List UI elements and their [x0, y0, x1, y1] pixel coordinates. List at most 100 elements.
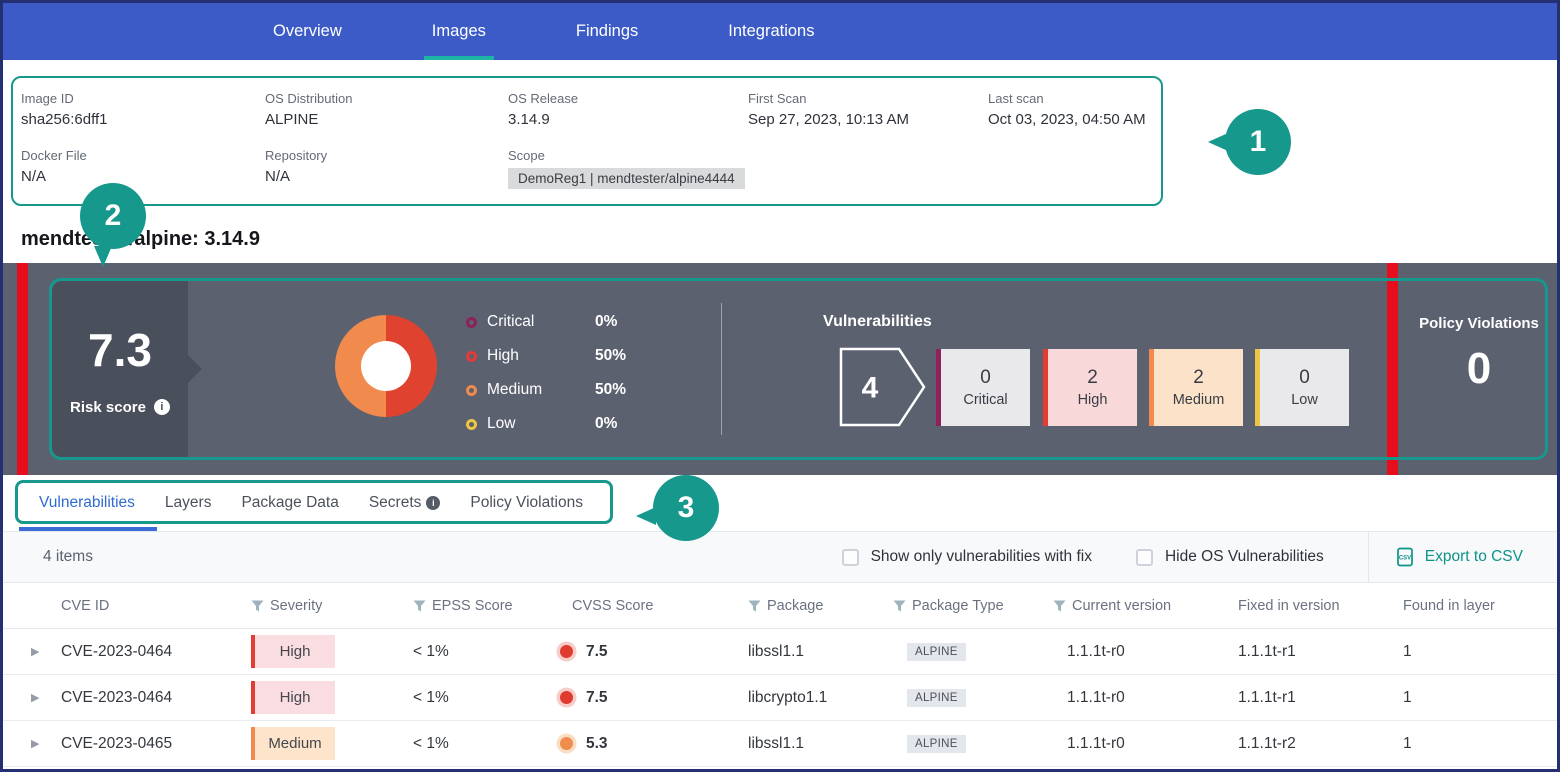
- filter-icon[interactable]: [893, 600, 906, 612]
- col-severity[interactable]: Severity: [241, 598, 403, 614]
- filter-label: Show only vulnerabilities with fix: [871, 548, 1092, 566]
- count-label: Critical: [963, 392, 1007, 408]
- legend-pct: 0%: [595, 313, 617, 331]
- filter-show-only-fix[interactable]: Show only vulnerabilities with fix: [842, 548, 1092, 566]
- cell-cve: CVE-2023-0464: [51, 689, 241, 707]
- policy-violations-panel: Policy Violations 0: [1401, 263, 1557, 475]
- divider: [721, 303, 722, 435]
- cell-severity: High: [241, 681, 403, 714]
- svg-text:CSV: CSV: [1399, 556, 1411, 562]
- red-stripe-left: [17, 263, 28, 475]
- annotation-callout-3: 3: [653, 475, 719, 541]
- field-scope: Scope DemoReg1 | mendtester/alpine4444: [508, 148, 748, 189]
- cell-fixed-version: 1.1.1t-r1: [1228, 689, 1393, 707]
- tab-secrets[interactable]: Secrets i: [369, 494, 441, 512]
- secrets-info-icon[interactable]: i: [426, 496, 440, 510]
- legend-label: Critical: [487, 313, 595, 331]
- col-epss-score[interactable]: EPSS Score: [403, 598, 548, 614]
- tab-layers[interactable]: Layers: [165, 494, 212, 512]
- nav-tab-integrations[interactable]: Integrations: [728, 3, 814, 60]
- cell-found-layer: 1: [1393, 689, 1557, 707]
- tab-package-data[interactable]: Package Data: [241, 494, 338, 512]
- expand-row-icon[interactable]: ▶: [3, 737, 51, 750]
- field-value: Sep 27, 2023, 10:13 AM: [748, 111, 988, 128]
- field-docker-file: Docker File N/A: [21, 148, 265, 189]
- col-package-type[interactable]: Package Type: [883, 598, 1043, 614]
- severity-badge: Medium: [251, 727, 335, 760]
- col-cve-id[interactable]: CVE ID: [51, 598, 241, 614]
- export-csv-button[interactable]: CSV Export to CSV: [1368, 532, 1557, 582]
- legend-pct: 50%: [595, 347, 626, 365]
- annotation-callout-1: 1: [1225, 109, 1291, 175]
- count-card-high: 2 High: [1043, 349, 1137, 426]
- count-card-critical: 0 Critical: [936, 349, 1030, 426]
- col-package[interactable]: Package: [738, 598, 883, 614]
- filter-icon[interactable]: [1053, 600, 1066, 612]
- expand-row-icon[interactable]: ▶: [3, 691, 51, 704]
- field-label: Docker File: [21, 148, 265, 163]
- cell-found-layer: 1: [1393, 735, 1557, 753]
- nav-tab-overview[interactable]: Overview: [273, 3, 342, 60]
- filter-label: Hide OS Vulnerabilities: [1165, 548, 1324, 566]
- cell-cvss: 7.5: [548, 689, 738, 707]
- col-current-version[interactable]: Current version: [1043, 598, 1228, 614]
- vulnerabilities-total-box: 4: [839, 347, 927, 427]
- count-value: 2: [1193, 367, 1204, 389]
- table-row[interactable]: ▶ CVE-2023-0464 High < 1% 7.5 libcrypto1…: [3, 675, 1557, 721]
- image-metadata-panel: Image ID sha256:6dff1 OS Distribution AL…: [11, 76, 1163, 206]
- field-label: Scope: [508, 148, 748, 163]
- col-cvss-score[interactable]: CVSS Score: [548, 598, 738, 614]
- scope-badge: DemoReg1 | mendtester/alpine4444: [508, 168, 745, 189]
- legend-row-critical: Critical 0%: [466, 305, 626, 339]
- table-header: CVE ID Severity EPSS Score CVSS Score Pa…: [3, 583, 1557, 629]
- callout-tail: [1208, 133, 1228, 151]
- count-label: High: [1078, 392, 1108, 408]
- field-last-scan: Last scan Oct 03, 2023, 04:50 AM: [988, 91, 1161, 128]
- field-os-distribution: OS Distribution ALPINE: [265, 91, 508, 128]
- cell-cvss: 5.3: [548, 735, 738, 753]
- tab-policy-violations[interactable]: Policy Violations: [470, 494, 583, 512]
- nav-tab-findings[interactable]: Findings: [576, 3, 638, 60]
- filter-icon[interactable]: [748, 600, 761, 612]
- cell-fixed-version: 1.1.1t-r1: [1228, 643, 1393, 661]
- filter-hide-os[interactable]: Hide OS Vulnerabilities: [1136, 548, 1324, 566]
- expand-row-icon[interactable]: ▶: [3, 645, 51, 658]
- risk-score-value: 7.3: [88, 323, 152, 377]
- tab-vulnerabilities[interactable]: Vulnerabilities: [39, 494, 135, 512]
- field-image-id: Image ID sha256:6dff1: [21, 91, 265, 128]
- field-repository: Repository N/A: [265, 148, 508, 189]
- table-row[interactable]: ▶ CVE-2023-0465 Medium < 1% 5.3 libssl1.…: [3, 721, 1557, 767]
- cvss-severity-dot-icon: [560, 737, 573, 750]
- field-value: sha256:6dff1: [21, 111, 265, 128]
- count-card-low: 0 Low: [1255, 349, 1349, 426]
- severity-badge: High: [251, 635, 335, 668]
- field-value: N/A: [21, 168, 265, 185]
- risk-score-box: 7.3 Risk score i: [52, 281, 188, 457]
- vulnerabilities-title: Vulnerabilities: [823, 313, 932, 331]
- filter-icon[interactable]: [413, 600, 426, 612]
- field-value: 3.14.9: [508, 111, 748, 128]
- info-icon[interactable]: i: [154, 399, 170, 415]
- field-label: Last scan: [988, 91, 1161, 106]
- legend-dot-low-icon: [466, 419, 477, 430]
- legend-pct: 50%: [595, 381, 626, 399]
- filter-icon[interactable]: [251, 600, 264, 612]
- cell-package: libssl1.1: [738, 735, 883, 753]
- legend-row-medium: Medium 50%: [466, 373, 626, 407]
- legend-label: Low: [487, 415, 595, 433]
- field-value: ALPINE: [265, 111, 508, 128]
- nav-tab-images[interactable]: Images: [432, 3, 486, 60]
- table-row[interactable]: ▶ CVE-2023-0464 High < 1% 7.5 libssl1.1 …: [3, 629, 1557, 675]
- checkbox-show-only-fix[interactable]: [842, 549, 859, 566]
- csv-file-icon: CSV: [1395, 547, 1415, 567]
- legend-label: Medium: [487, 381, 595, 399]
- cell-cve: CVE-2023-0464: [51, 643, 241, 661]
- cell-severity: Medium: [241, 727, 403, 760]
- legend-dot-high-icon: [466, 351, 477, 362]
- vulnerabilities-table: CVE ID Severity EPSS Score CVSS Score Pa…: [3, 583, 1557, 767]
- export-csv-label: Export to CSV: [1425, 548, 1523, 566]
- checkbox-hide-os[interactable]: [1136, 549, 1153, 566]
- cell-fixed-version: 1.1.1t-r2: [1228, 735, 1393, 753]
- cell-cvss: 7.5: [548, 643, 738, 661]
- field-first-scan: First Scan Sep 27, 2023, 10:13 AM: [748, 91, 988, 128]
